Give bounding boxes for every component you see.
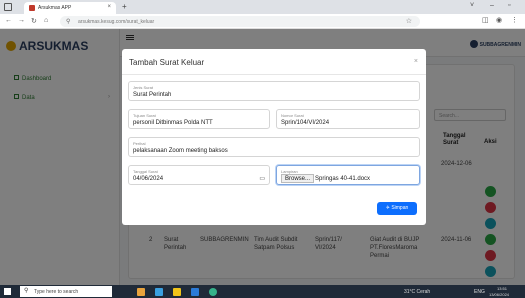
perihal-label: Perihal <box>133 141 146 146</box>
nomor-surat-label: Nomor Surat <box>281 113 304 118</box>
profile-icon[interactable]: ◉ <box>496 16 502 24</box>
browser-tabbar: Arsukmas APP × + ˅ – ▫ <box>0 0 525 14</box>
tab-close-button[interactable]: × <box>107 4 111 10</box>
perihal-field[interactable]: Perihal pelaksanaan Zoom meeting baksos <box>128 137 420 157</box>
taskbar-app-icon[interactable] <box>137 288 145 296</box>
close-icon[interactable]: × <box>414 58 418 65</box>
back-icon[interactable]: ← <box>5 17 12 24</box>
clock-date[interactable]: 13/06/2024 <box>489 292 509 297</box>
url-field[interactable]: ⚲ arsukmas.kesug.com/surat_keluar ☆ <box>60 16 420 27</box>
save-button[interactable]: ✈ Simpan <box>377 202 417 215</box>
taskbar-app-icon[interactable] <box>191 288 199 296</box>
search-icon: ⚲ <box>24 288 29 294</box>
favicon-icon <box>29 5 35 11</box>
maximize-button[interactable]: ▫ <box>508 2 510 9</box>
windows-start-icon[interactable] <box>4 288 11 295</box>
nomor-surat-value[interactable]: Sprin/104/VI/2024 <box>281 120 329 126</box>
add-outgoing-letter-modal: Tambah Surat Keluar × Jenis Surat Surat … <box>122 49 426 225</box>
minimize-button[interactable]: – <box>490 2 494 9</box>
modal-divider <box>122 74 426 75</box>
language-text[interactable]: ENG <box>474 289 485 295</box>
nomor-surat-field[interactable]: Nomor Surat Sprin/104/VI/2024 <box>276 109 420 129</box>
tujuan-surat-field[interactable]: Tujuan Surat personil Ditbinmas Polda NT… <box>128 109 270 129</box>
tab-search-button[interactable]: ˅ <box>470 2 474 9</box>
calendar-icon[interactable]: ▭ <box>259 175 265 182</box>
window-icon[interactable] <box>4 3 12 11</box>
tanggal-surat-field[interactable]: Tanggal Surat 04/06/2024 ▭ <box>128 165 270 185</box>
tab-title: Arsukmas APP <box>38 5 72 11</box>
reload-icon[interactable]: ↻ <box>31 17 37 25</box>
lampiran-field[interactable]: Lampiran Browse... Springas 40-41.docx <box>276 165 420 185</box>
perihal-value[interactable]: pelaksanaan Zoom meeting baksos <box>133 148 228 154</box>
home-icon[interactable]: ⌂ <box>44 17 48 24</box>
modal-title: Tambah Surat Keluar <box>129 58 205 67</box>
tujuan-surat-value[interactable]: personil Ditbinmas Polda NTT <box>133 120 213 126</box>
lock-icon: ⚲ <box>66 19 71 25</box>
lampiran-filename: Springas 40-41.docx <box>315 176 371 182</box>
jenis-surat-value[interactable]: Surat Perintah <box>133 92 171 98</box>
browser-tab[interactable]: Arsukmas APP × <box>24 2 116 14</box>
browse-button[interactable]: Browse... <box>281 174 315 183</box>
tanggal-surat-label: Tanggal Surat <box>133 169 158 174</box>
extensions-icon[interactable]: ◫ <box>482 16 489 24</box>
tanggal-surat-value[interactable]: 04/06/2024 <box>133 176 163 182</box>
taskbar-app-icon[interactable] <box>173 288 181 296</box>
taskbar-app-icon[interactable] <box>209 288 217 296</box>
menu-icon[interactable]: ⋮ <box>511 16 518 24</box>
tujuan-surat-label: Tujuan Surat <box>133 113 156 118</box>
forward-icon[interactable]: → <box>18 17 25 24</box>
clock-time[interactable]: 13:51 <box>497 286 507 291</box>
new-tab-button[interactable]: + <box>122 2 127 11</box>
taskbar-search-placeholder: Type here to search <box>34 289 79 295</box>
jenis-surat-field[interactable]: Jenis Surat Surat Perintah <box>128 81 420 101</box>
jenis-surat-label: Jenis Surat <box>133 85 154 90</box>
taskbar-app-icon[interactable] <box>155 288 163 296</box>
url-text[interactable]: arsukmas.kesug.com/surat_keluar <box>78 19 154 25</box>
star-icon[interactable]: ☆ <box>406 17 412 25</box>
taskbar-search-input[interactable]: ⚲ Type here to search <box>20 286 112 297</box>
save-label: Simpan <box>391 205 409 211</box>
taskbar: ⚲ Type here to search 31°C Cerah ENG 13:… <box>0 285 525 298</box>
weather-text[interactable]: 31°C Cerah <box>404 289 430 295</box>
address-bar: ← → ↻ ⌂ ⚲ arsukmas.kesug.com/surat_kelua… <box>0 14 525 29</box>
